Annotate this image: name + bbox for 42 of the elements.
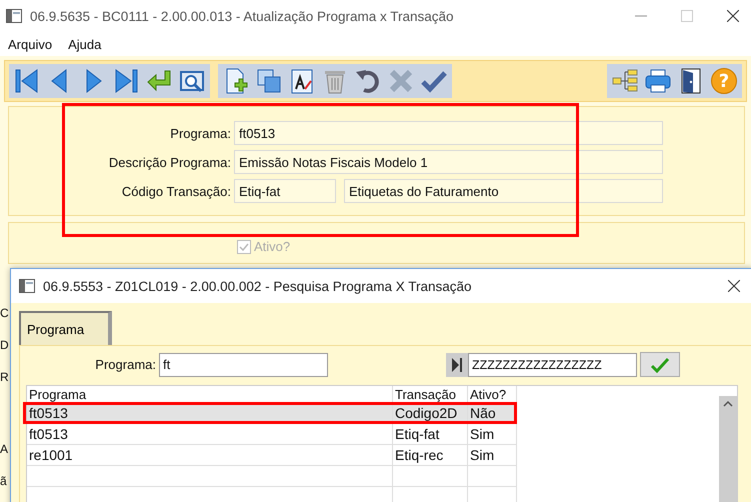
table-cell: Sim: [468, 424, 516, 444]
field-label: Descrição Programa:: [108, 154, 232, 170]
confirm-button[interactable]: [640, 352, 680, 377]
input-field[interactable]: Etiquetas do Faturamento: [344, 179, 663, 203]
label-fragment: R: [0, 370, 10, 384]
field-label: Programa:: [169, 126, 232, 140]
table-cell: Etiq-rec: [392, 444, 468, 466]
tab[interactable]: Programa: [19, 311, 112, 345]
checkbox-label: Ativo?: [254, 239, 290, 254]
app-icon: [19, 279, 35, 293]
table-cell: Etiq-fat: [392, 424, 468, 444]
input-field[interactable]: Etiq-fat: [234, 179, 336, 203]
dialog-title: 06.9.5553 - Z01CL019 - 2.00.00.002 - Pesquisa Programa X Transação: [43, 278, 472, 294]
close-icon[interactable]: [728, 280, 740, 292]
column-header[interactable]: Programa: [27, 386, 392, 403]
menu-item[interactable]: Ajuda: [68, 36, 102, 52]
column-header[interactable]: Ativo?: [468, 386, 516, 403]
table-row[interactable]: re1001 Etiq-rec Sim: [27, 444, 516, 466]
app-icon: [6, 9, 22, 23]
field-label: Programa:: [94, 357, 157, 372]
input-field[interactable]: ft0513: [234, 121, 663, 145]
skip-to-end-icon: [451, 356, 463, 372]
table-cell: re1001: [27, 444, 392, 466]
table-cell: Sim: [468, 444, 516, 466]
scrollbar[interactable]: [719, 396, 737, 502]
field-label: Código Transação:: [120, 184, 232, 198]
input-field[interactable]: Emissão Notas Fiscais Modelo 1: [234, 150, 663, 174]
label-fragment: ã: [0, 474, 8, 488]
table-row[interactable]: ft0513 Etiq-fat Sim: [27, 424, 516, 444]
input-field[interactable]: ZZZZZZZZZZZZZZZZZ: [468, 352, 637, 376]
label-fragment: D: [0, 338, 10, 352]
window-title: 06.9.5635 - BC0111 - 2.00.00.013 - Atualização Programa x Transação: [30, 8, 454, 24]
check-icon: [650, 356, 670, 372]
input-field[interactable]: ft: [159, 352, 328, 376]
close-icon[interactable]: [727, 10, 739, 22]
label-fragment: A: [0, 442, 10, 456]
table-cell: ft0513: [27, 424, 392, 444]
column-header[interactable]: Transação: [392, 386, 468, 403]
label-fragment: C: [0, 306, 10, 320]
scroll-up-icon[interactable]: [723, 400, 733, 408]
menu-item[interactable]: Arquivo: [8, 36, 52, 52]
range-button[interactable]: [446, 352, 468, 376]
